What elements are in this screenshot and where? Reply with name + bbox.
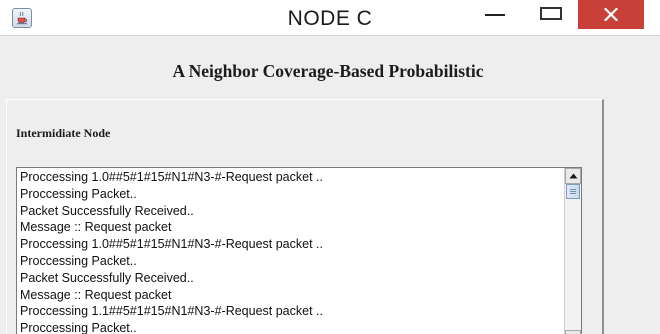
title-bar[interactable]: NODE C [0, 0, 660, 35]
grip-line [570, 189, 576, 190]
log-line: Packet Successfully Received.. [20, 203, 194, 218]
minimize-button[interactable] [474, 0, 518, 30]
close-button[interactable] [578, 0, 644, 29]
close-icon [604, 8, 618, 21]
log-line: Message :: Request packet [20, 220, 172, 235]
grip-line [570, 191, 576, 192]
minimize-icon [485, 14, 505, 16]
log-line: Proccessing 1.0##5#1#15#N1#N3-#-Request … [20, 170, 323, 184]
log-line: Proccessing Packet.. [20, 321, 137, 334]
log-line: Proccessing 1.0##5#1#15#N1#N3-#-Request … [20, 237, 323, 252]
maximize-icon [540, 7, 562, 20]
scroll-thumb[interactable] [566, 184, 580, 199]
scroll-up-button[interactable] [565, 168, 581, 184]
log-line: Proccessing Packet.. [20, 186, 137, 201]
section-label: Intermidiate Node [16, 126, 111, 140]
log-line: Message :: Request packet [20, 287, 172, 302]
scroll-down-button[interactable] [565, 330, 581, 334]
log-line: Packet Successfully Received.. [20, 270, 194, 285]
app-window: NODE C A Neighbor Coverage-Based Probabi… [0, 0, 660, 334]
log-text-area[interactable]: Proccessing 1.0##5#1#15#N1#N3-#-Request … [16, 167, 582, 334]
page-title: A Neighbor Coverage-Based Probabilistic [172, 61, 484, 81]
log-line: Proccessing 1.1##5#1#15#N1#N3-#-Request … [20, 304, 323, 319]
grip-line [570, 193, 576, 194]
node-panel: Intermidiate Node Proccessing 1.0##5#1#1… [6, 99, 604, 334]
maximize-button[interactable] [530, 0, 574, 30]
arrow-up-icon [569, 173, 578, 179]
vertical-scrollbar[interactable] [564, 168, 581, 334]
log-line: Proccessing Packet.. [20, 253, 137, 268]
header-area: A Neighbor Coverage-Based Probabilistic [0, 35, 660, 94]
log-lines: Proccessing 1.0##5#1#15#N1#N3-#-Request … [20, 169, 560, 334]
